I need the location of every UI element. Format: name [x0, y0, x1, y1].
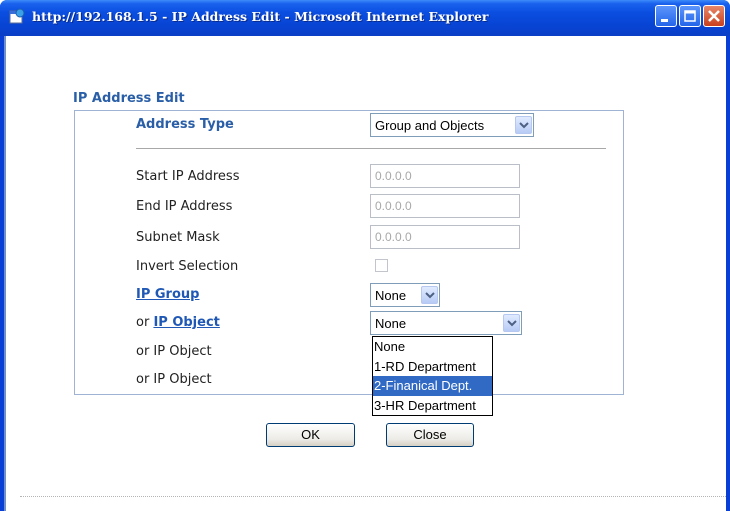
- ip-object-1-value: None: [375, 316, 407, 331]
- ok-button[interactable]: OK: [266, 423, 355, 447]
- ip-object-1-prefix: or: [136, 315, 154, 330]
- divider: [136, 148, 606, 149]
- end-ip-input[interactable]: 0.0.0.0: [370, 194, 520, 218]
- subnet-mask-label: Subnet Mask: [136, 230, 220, 245]
- window-title: http://192.168.1.5 - IP Address Edit - M…: [32, 9, 489, 24]
- chevron-down-icon: [507, 320, 517, 327]
- ip-group-value: None: [375, 288, 407, 303]
- dropdown-option-highlighted[interactable]: 2-Finanical Dept.: [373, 376, 492, 396]
- maximize-icon: [684, 10, 696, 22]
- maximize-button[interactable]: [679, 5, 701, 27]
- invert-selection-label: Invert Selection: [136, 259, 239, 274]
- ie-page-icon: [9, 8, 25, 24]
- dropdown-option[interactable]: 1-RD Department: [373, 357, 492, 377]
- minimize-button[interactable]: [655, 5, 677, 27]
- subnet-mask-input[interactable]: 0.0.0.0: [370, 225, 520, 249]
- select-arrow-button[interactable]: [503, 314, 520, 332]
- chevron-down-icon: [425, 292, 435, 299]
- ip-group-select[interactable]: None: [370, 283, 440, 307]
- start-ip-label: Start IP Address: [136, 169, 240, 184]
- close-button[interactable]: Close: [386, 423, 474, 447]
- ip-object-3-label: or IP Object: [136, 372, 212, 387]
- minimize-icon: [661, 19, 668, 22]
- end-ip-label: End IP Address: [136, 199, 233, 214]
- select-arrow-button[interactable]: [515, 116, 532, 134]
- select-arrow-button[interactable]: [421, 286, 438, 304]
- ip-object-1-select[interactable]: None: [370, 311, 522, 335]
- dropdown-option[interactable]: 3-HR Department: [373, 396, 492, 416]
- ip-object-link[interactable]: IP Object: [153, 315, 219, 330]
- status-area: [6, 490, 726, 511]
- close-icon: [708, 10, 720, 22]
- ip-object-dropdown-list[interactable]: None 1-RD Department 2-Finanical Dept. 3…: [372, 336, 493, 416]
- section-title: IP Address Edit: [73, 91, 185, 106]
- address-type-label: Address Type: [136, 117, 234, 132]
- ip-group-label: IP Group: [136, 287, 199, 302]
- address-type-value: Group and Objects: [375, 118, 485, 133]
- invert-selection-checkbox[interactable]: [375, 259, 388, 272]
- address-type-select[interactable]: Group and Objects: [370, 113, 534, 137]
- start-ip-input[interactable]: 0.0.0.0: [370, 164, 520, 188]
- ip-group-link[interactable]: IP Group: [136, 287, 199, 302]
- chevron-down-icon: [519, 122, 529, 129]
- ip-object-2-label: or IP Object: [136, 344, 212, 359]
- title-bar[interactable]: http://192.168.1.5 - IP Address Edit - M…: [0, 0, 730, 36]
- dotted-divider: [20, 496, 726, 497]
- close-window-button[interactable]: [703, 5, 725, 27]
- ip-object-1-label: or IP Object: [136, 315, 220, 330]
- dropdown-option[interactable]: None: [373, 337, 492, 357]
